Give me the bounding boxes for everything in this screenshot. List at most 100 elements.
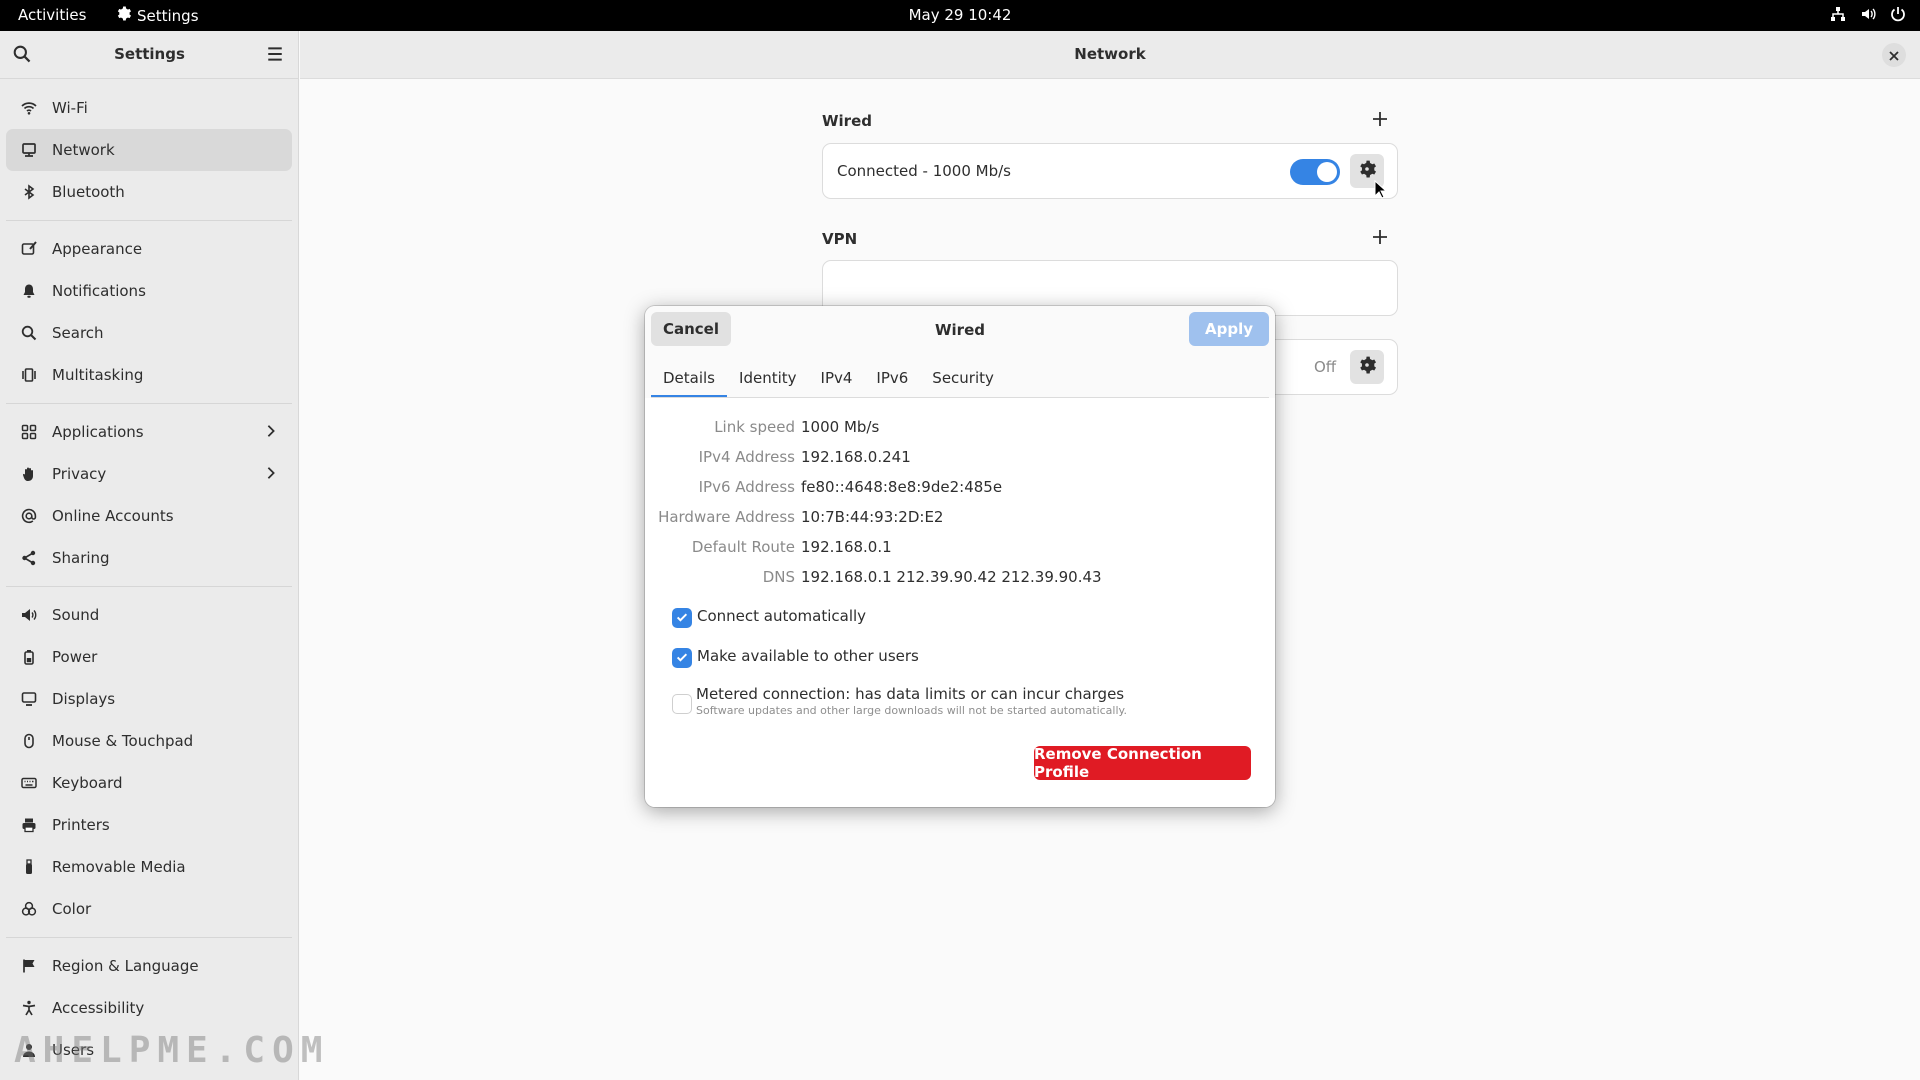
- tab-details[interactable]: Details: [651, 358, 728, 398]
- sidebar-separator: [6, 403, 292, 404]
- hamburger-menu-icon[interactable]: [266, 45, 284, 67]
- sidebar-item-power[interactable]: Power: [6, 636, 292, 678]
- plus-icon: [1372, 229, 1388, 249]
- sidebar-item-online-accounts[interactable]: Online Accounts: [6, 495, 292, 537]
- wired-toggle-switch[interactable]: [1290, 159, 1340, 185]
- sidebar-item-notifications[interactable]: Notifications: [6, 270, 292, 312]
- connect-automatically-checkbox[interactable]: [672, 608, 692, 628]
- battery-icon: [20, 648, 38, 666]
- sidebar-item-label: Accessibility: [52, 999, 145, 1017]
- color-icon: [20, 900, 38, 918]
- sidebar-header: Settings: [0, 31, 298, 79]
- metered-connection-label[interactable]: Metered connection: has data limits or c…: [696, 685, 1124, 703]
- activities-button[interactable]: Activities: [18, 6, 86, 24]
- sidebar-item-displays[interactable]: Displays: [6, 678, 292, 720]
- sidebar-item-removable-media[interactable]: Removable Media: [6, 846, 292, 888]
- gear-icon: [1358, 356, 1376, 378]
- sidebar-item-label: Search: [52, 324, 104, 342]
- appearance-icon: [20, 240, 38, 258]
- bell-icon: [20, 282, 38, 300]
- sidebar-item-label: Keyboard: [52, 774, 123, 792]
- metered-connection-description: Software updates and other large downloa…: [696, 704, 1127, 717]
- search-icon: [20, 324, 38, 342]
- flag-icon: [20, 957, 38, 975]
- volume-icon: [1860, 6, 1876, 26]
- detail-value: 10:7B:44:93:2D:E2: [801, 508, 944, 526]
- detail-value: 192.168.0.1 212.39.90.42 212.39.90.43: [801, 568, 1102, 586]
- printer-icon: [20, 816, 38, 834]
- connect-automatically-label[interactable]: Connect automatically: [697, 607, 866, 625]
- proxy-status: Off: [1314, 358, 1337, 376]
- available-to-users-label[interactable]: Make available to other users: [697, 647, 919, 665]
- details-panel: Link speed 1000 Mb/s IPv4 Address 192.16…: [645, 398, 1275, 807]
- sidebar-item-sound[interactable]: Sound: [6, 594, 292, 636]
- gear-icon: [1358, 160, 1376, 182]
- speaker-icon: [20, 606, 38, 624]
- sidebar-item-label: Online Accounts: [52, 507, 174, 525]
- sidebar-item-network[interactable]: Network: [6, 129, 292, 171]
- clock[interactable]: May 29 10:42: [909, 6, 1012, 24]
- add-wired-button[interactable]: [1370, 111, 1390, 131]
- detail-key: IPv4 Address: [698, 448, 795, 466]
- detail-value: 192.168.0.241: [801, 448, 911, 466]
- sidebar-item-label: Mouse & Touchpad: [52, 732, 194, 750]
- detail-key: Link speed: [714, 418, 795, 436]
- checkmark-icon: [675, 649, 689, 668]
- sidebar-item-color[interactable]: Color: [6, 888, 292, 930]
- proxy-settings-button[interactable]: [1350, 350, 1384, 384]
- keyboard-icon: [20, 774, 38, 792]
- sidebar-title: Settings: [114, 45, 185, 63]
- usb-icon: [20, 858, 38, 876]
- sidebar-separator: [6, 937, 292, 938]
- sidebar-item-accessibility[interactable]: Accessibility: [6, 987, 292, 1029]
- detail-key: IPv6 Address: [698, 478, 795, 496]
- sidebar-item-label: Multitasking: [52, 366, 144, 384]
- detail-value: 1000 Mb/s: [801, 418, 880, 436]
- sidebar-item-keyboard[interactable]: Keyboard: [6, 762, 292, 804]
- sidebar-item-label: Appearance: [52, 240, 143, 258]
- sidebar-item-wifi[interactable]: Wi-Fi: [6, 87, 292, 129]
- sidebar-item-label: Displays: [52, 690, 116, 708]
- wifi-icon: [20, 99, 38, 117]
- available-to-users-checkbox[interactable]: [672, 648, 692, 668]
- add-vpn-button[interactable]: [1370, 229, 1390, 249]
- hand-icon: [20, 465, 38, 483]
- sidebar-item-applications[interactable]: Applications: [6, 411, 292, 453]
- sidebar-item-printers[interactable]: Printers: [6, 804, 292, 846]
- bluetooth-icon: [20, 183, 38, 201]
- tab-ipv6[interactable]: IPv6: [864, 358, 920, 398]
- system-tray[interactable]: [1830, 6, 1906, 26]
- checkmark-icon: [675, 609, 689, 628]
- plus-icon: [1372, 111, 1388, 131]
- tab-identity[interactable]: Identity: [727, 358, 809, 398]
- sidebar-item-appearance[interactable]: Appearance: [6, 228, 292, 270]
- tab-ipv4[interactable]: IPv4: [809, 358, 865, 398]
- sidebar-item-multitasking[interactable]: Multitasking: [6, 354, 292, 396]
- sidebar-item-privacy[interactable]: Privacy: [6, 453, 292, 495]
- top-bar: Activities Settings May 29 10:42: [0, 0, 1920, 31]
- gear-icon: [116, 6, 131, 25]
- tab-security[interactable]: Security: [920, 358, 1006, 398]
- sidebar-item-region-language[interactable]: Region & Language: [6, 945, 292, 987]
- app-name: Settings: [137, 6, 199, 25]
- sidebar-item-label: Wi-Fi: [52, 99, 88, 117]
- dialog-header: Cancel Wired Apply: [645, 306, 1275, 362]
- accessibility-icon: [20, 999, 38, 1017]
- remove-connection-profile-button[interactable]: Remove Connection Profile: [1034, 745, 1251, 781]
- detail-row: DNS 192.168.0.1 212.39.90.42 212.39.90.4…: [645, 568, 1275, 590]
- sidebar-item-mouse-touchpad[interactable]: Mouse & Touchpad: [6, 720, 292, 762]
- app-menu[interactable]: Settings: [116, 6, 199, 25]
- apply-button[interactable]: Apply: [1189, 312, 1269, 346]
- display-icon: [20, 690, 38, 708]
- sidebar-item-sharing[interactable]: Sharing: [6, 537, 292, 579]
- sidebar-item-label: Removable Media: [52, 858, 186, 876]
- share-icon: [20, 549, 38, 567]
- sidebar-item-bluetooth[interactable]: Bluetooth: [6, 171, 292, 213]
- metered-connection-checkbox[interactable]: [672, 694, 692, 714]
- wired-settings-dialog: Cancel Wired Apply Details Identity IPv4…: [645, 306, 1275, 807]
- close-button[interactable]: [1882, 43, 1906, 67]
- detail-row: Link speed 1000 Mb/s: [645, 418, 1275, 440]
- detail-row: IPv6 Address fe80::4648:8e8:9de2:485e: [645, 478, 1275, 500]
- wired-connection-row: Connected - 1000 Mb/s: [822, 143, 1398, 199]
- sidebar-item-search[interactable]: Search: [6, 312, 292, 354]
